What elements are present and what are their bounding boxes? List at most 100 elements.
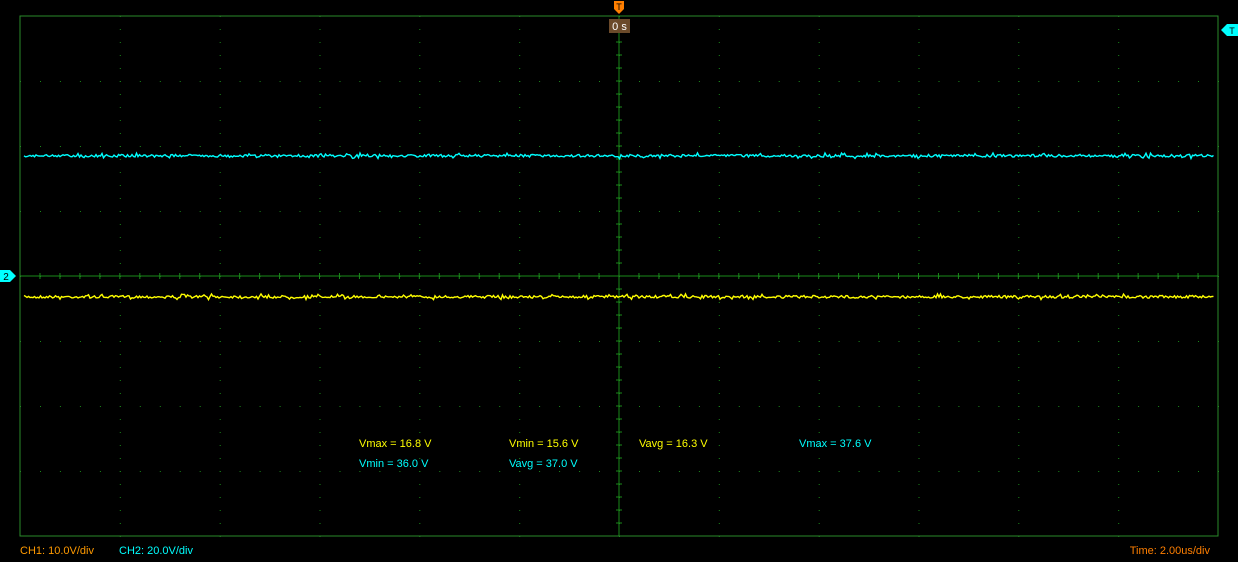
grid-dot bbox=[1138, 211, 1140, 212]
grid-dot bbox=[279, 146, 281, 147]
grid-dot bbox=[1018, 341, 1020, 342]
grid-dot bbox=[1158, 406, 1160, 407]
grid-dot bbox=[299, 406, 301, 407]
grid-dot bbox=[119, 198, 121, 199]
grid-dot bbox=[858, 406, 860, 407]
grid-dot bbox=[798, 146, 800, 147]
grid-dot bbox=[119, 107, 121, 108]
grid-dot bbox=[199, 406, 201, 407]
grid-dot bbox=[519, 29, 521, 30]
grid-dot bbox=[838, 341, 840, 342]
grid-dot bbox=[319, 250, 321, 251]
grid-dot bbox=[978, 406, 980, 407]
grid-dot bbox=[419, 224, 421, 225]
grid-dot bbox=[918, 94, 920, 95]
grid-dot bbox=[219, 406, 221, 407]
grid-dot bbox=[1038, 471, 1040, 472]
grid-dot bbox=[1058, 406, 1060, 407]
grid-dot bbox=[459, 341, 461, 342]
grid-dot bbox=[1118, 380, 1120, 381]
grid-dot bbox=[818, 250, 820, 251]
grid-dot bbox=[379, 471, 381, 472]
grid-dot bbox=[319, 146, 321, 147]
grid-dot bbox=[219, 107, 221, 108]
grid-dot bbox=[1198, 146, 1199, 147]
ch1-scale-label[interactable]: CH1: 10.0V/div bbox=[20, 544, 94, 558]
grid-dot bbox=[40, 146, 41, 147]
grid-dot bbox=[319, 393, 321, 394]
grid-dot bbox=[1078, 211, 1080, 212]
grid-dot bbox=[858, 341, 860, 342]
grid-dot bbox=[219, 302, 221, 303]
grid-dot bbox=[339, 81, 341, 82]
grid-dot bbox=[1198, 406, 1199, 407]
grid-dot bbox=[219, 42, 221, 43]
grid-dot bbox=[918, 302, 920, 303]
ch2-vmin-readout: Vmin = 36.0 V bbox=[359, 458, 429, 470]
grid-dot bbox=[658, 341, 660, 342]
grid-dot bbox=[1018, 159, 1020, 160]
grid-dot bbox=[1118, 302, 1120, 303]
grid-dot bbox=[1138, 471, 1140, 472]
grid-dot bbox=[119, 354, 121, 355]
grid-dot bbox=[958, 406, 960, 407]
grid-dot bbox=[818, 302, 820, 303]
grid-dot bbox=[918, 224, 920, 225]
grid-dot bbox=[1018, 185, 1020, 186]
grid-dot bbox=[279, 341, 281, 342]
grid-dot bbox=[539, 471, 541, 472]
ch2-scale-label[interactable]: CH2: 20.0V/div bbox=[119, 544, 193, 558]
grid-dot bbox=[918, 81, 920, 82]
grid-dot bbox=[519, 172, 521, 173]
grid-dot bbox=[718, 302, 720, 303]
grid-dot bbox=[179, 211, 181, 212]
grid-dot bbox=[419, 341, 421, 342]
grid-dot bbox=[1018, 367, 1020, 368]
grid-dot bbox=[139, 211, 141, 212]
grid-dot bbox=[858, 471, 860, 472]
grid-dot bbox=[938, 81, 940, 82]
grid-dot bbox=[419, 120, 421, 121]
grid-dot bbox=[119, 29, 121, 30]
grid-dot bbox=[139, 406, 141, 407]
grid-dot bbox=[219, 380, 221, 381]
grid-dot bbox=[1018, 510, 1020, 511]
grid-dot bbox=[219, 133, 221, 134]
grid-dot bbox=[758, 471, 760, 472]
grid-dot bbox=[519, 341, 521, 342]
grid-dot bbox=[1018, 289, 1020, 290]
grid-dot bbox=[539, 406, 541, 407]
grid-dot bbox=[758, 341, 760, 342]
grid-dot bbox=[878, 406, 880, 407]
grid-dot bbox=[1038, 146, 1040, 147]
grid-dot bbox=[1118, 367, 1120, 368]
grid-dot bbox=[419, 250, 421, 251]
grid-dot bbox=[1018, 523, 1020, 524]
grid-dot bbox=[319, 367, 321, 368]
grid-dot bbox=[199, 341, 201, 342]
grid-dot bbox=[219, 211, 221, 212]
ch2-vmax-readout: Vmax = 37.6 V bbox=[799, 438, 872, 450]
grid-dot bbox=[559, 211, 561, 212]
grid-dot bbox=[658, 146, 660, 147]
grid-dot bbox=[818, 185, 820, 186]
grid-dot bbox=[199, 211, 201, 212]
grid-dot bbox=[119, 406, 121, 407]
grid-dot bbox=[119, 120, 121, 121]
grid-dot bbox=[1118, 484, 1120, 485]
grid-dot bbox=[718, 107, 720, 108]
grid-dot bbox=[79, 81, 81, 82]
grid-dot bbox=[1118, 315, 1120, 316]
grid-dot bbox=[519, 146, 521, 147]
grid-dot bbox=[898, 471, 900, 472]
grid-dot bbox=[219, 29, 221, 30]
grid-dot bbox=[419, 393, 421, 394]
grid-dot bbox=[319, 458, 321, 459]
timebase-label[interactable]: Time: 2.00us/div bbox=[1130, 544, 1210, 558]
grid-dot bbox=[1118, 354, 1120, 355]
grid-dot bbox=[698, 211, 700, 212]
grid-dot bbox=[40, 471, 41, 472]
grid-dot bbox=[59, 406, 61, 407]
grid-dot bbox=[419, 432, 421, 433]
grid-dot bbox=[319, 510, 321, 511]
